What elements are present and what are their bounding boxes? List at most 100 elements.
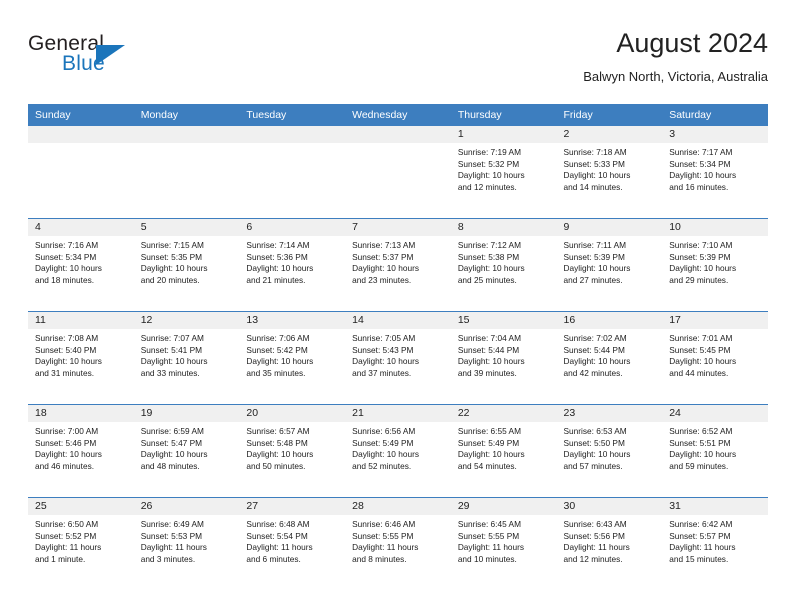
day-number: 29 [450, 498, 557, 515]
calendar-cell[interactable] [345, 126, 451, 219]
sunset-time: Sunset: 5:38 PM [457, 251, 520, 262]
calendar-body: 1 Sunrise: 7:19 AM Sunset: 5:32 PM Daylight… [28, 126, 768, 590]
day-details: Sunrise: 6:48 AM Sunset: 5:54 PM Daylight:… [239, 515, 345, 565]
day-cell: 16 Sunrise: 7:02 AM Sunset: 5:44 PM Dayligh… [556, 312, 663, 404]
calendar-cell[interactable]: 7 Sunrise: 7:13 AM Sunset: 5:37 PM Daylight… [345, 218, 451, 312]
daylight-duration-line2: and 33 minutes. [140, 367, 200, 378]
calendar-cell[interactable]: 22 Sunrise: 6:55 AM Sunset: 5:49 PM Dayligh… [450, 404, 557, 498]
weekday-header-saturday: Saturday [662, 104, 768, 126]
sunset-time: Sunset: 5:44 PM [563, 344, 625, 355]
day-cell [239, 126, 346, 218]
day-cell: 14 Sunrise: 7:05 AM Sunset: 5:43 PM Dayligh… [345, 312, 451, 404]
day-cell: 29 Sunrise: 6:45 AM Sunset: 5:55 PM Dayligh… [450, 498, 557, 590]
calendar-cell[interactable]: 4 Sunrise: 7:16 AM Sunset: 5:34 PM Daylight… [28, 218, 134, 312]
day-number: 17 [662, 312, 768, 329]
day-cell: 22 Sunrise: 6:55 AM Sunset: 5:49 PM Dayligh… [450, 405, 557, 497]
weekday-header-thursday: Thursday [450, 104, 557, 126]
day-number: 23 [556, 405, 663, 422]
day-cell: 24 Sunrise: 6:52 AM Sunset: 5:51 PM Dayligh… [662, 405, 768, 497]
calendar-cell[interactable]: 2 Sunrise: 7:18 AM Sunset: 5:33 PM Daylight… [556, 126, 663, 219]
calendar-cell[interactable] [239, 126, 346, 219]
day-cell: 19 Sunrise: 6:59 AM Sunset: 5:47 PM Dayligh… [133, 405, 240, 497]
calendar-cell[interactable]: 5 Sunrise: 7:15 AM Sunset: 5:35 PM Daylight… [133, 218, 240, 312]
general-blue-logo[interactable]: General Blue [28, 32, 228, 88]
calendar-cell[interactable] [133, 126, 240, 219]
daylight-duration-line2: and 21 minutes. [246, 274, 306, 285]
calendar-cell[interactable]: 9 Sunrise: 7:11 AM Sunset: 5:39 PM Daylight… [556, 218, 663, 312]
calendar-cell[interactable]: 30 Sunrise: 6:43 AM Sunset: 5:56 PM Dayligh… [556, 497, 663, 590]
calendar-week-row: 1 Sunrise: 7:19 AM Sunset: 5:32 PM Daylight… [28, 126, 768, 219]
day-details: Sunrise: 6:57 AM Sunset: 5:48 PM Daylight:… [239, 422, 345, 472]
calendar-cell[interactable] [28, 126, 134, 219]
calendar-week-row: 18 Sunrise: 7:00 AM Sunset: 5:46 PM Dayligh… [28, 404, 768, 498]
calendar-cell[interactable]: 3 Sunrise: 7:17 AM Sunset: 5:34 PM Daylight… [662, 126, 768, 219]
day-cell: 25 Sunrise: 6:50 AM Sunset: 5:52 PM Dayligh… [28, 498, 134, 590]
calendar-cell[interactable]: 13 Sunrise: 7:06 AM Sunset: 5:42 PM Dayligh… [239, 311, 346, 405]
daylight-duration-line1: Daylight: 10 hours [563, 263, 631, 274]
day-details: Sunrise: 7:12 AM Sunset: 5:38 PM Daylight:… [451, 236, 557, 286]
day-number [28, 126, 134, 143]
calendar-cell[interactable]: 1 Sunrise: 7:19 AM Sunset: 5:32 PM Daylight… [450, 126, 557, 219]
sunrise-time: Sunrise: 6:55 AM [457, 426, 521, 436]
sunset-time: Sunset: 5:42 PM [246, 344, 308, 355]
day-number: 18 [28, 405, 134, 422]
day-number: 2 [556, 126, 663, 143]
calendar-cell[interactable]: 31 Sunrise: 6:42 AM Sunset: 5:57 PM Dayligh… [662, 497, 768, 590]
calendar-cell[interactable]: 14 Sunrise: 7:05 AM Sunset: 5:43 PM Dayligh… [345, 311, 451, 405]
calendar-cell[interactable]: 19 Sunrise: 6:59 AM Sunset: 5:47 PM Dayligh… [133, 404, 240, 498]
calendar-cell[interactable]: 12 Sunrise: 7:07 AM Sunset: 5:41 PM Dayligh… [133, 311, 240, 405]
day-number: 1 [450, 126, 557, 143]
calendar-cell[interactable]: 11 Sunrise: 7:08 AM Sunset: 5:40 PM Dayligh… [28, 311, 134, 405]
calendar-cell[interactable]: 6 Sunrise: 7:14 AM Sunset: 5:36 PM Daylight… [239, 218, 346, 312]
daylight-duration-line1: Daylight: 11 hours [352, 542, 419, 553]
daylight-duration-line2: and 23 minutes. [352, 274, 412, 285]
daylight-duration-line1: Daylight: 10 hours [669, 263, 737, 274]
daylight-duration-line1: Daylight: 10 hours [352, 263, 419, 274]
daylight-duration-line1: Daylight: 10 hours [457, 263, 525, 274]
day-details: Sunrise: 6:45 AM Sunset: 5:55 PM Daylight:… [451, 515, 557, 565]
sunrise-time: Sunrise: 6:50 AM [35, 519, 99, 529]
daylight-duration-line2: and 31 minutes. [35, 367, 95, 378]
sunrise-time: Sunrise: 7:05 AM [352, 333, 416, 343]
calendar-cell[interactable]: 15 Sunrise: 7:04 AM Sunset: 5:44 PM Dayligh… [450, 311, 557, 405]
sunrise-time: Sunrise: 6:42 AM [669, 519, 733, 529]
sunset-time: Sunset: 5:57 PM [669, 530, 731, 541]
daylight-duration-line2: and 37 minutes. [352, 367, 412, 378]
sunrise-time: Sunrise: 7:16 AM [35, 240, 99, 250]
day-details: Sunrise: 6:53 AM Sunset: 5:50 PM Daylight:… [557, 422, 663, 472]
calendar-cell[interactable]: 24 Sunrise: 6:52 AM Sunset: 5:51 PM Dayligh… [662, 404, 768, 498]
sunset-time: Sunset: 5:56 PM [563, 530, 625, 541]
sunset-time: Sunset: 5:52 PM [35, 530, 97, 541]
daylight-duration-line1: Daylight: 10 hours [669, 170, 737, 181]
daylight-duration-line2: and 48 minutes. [140, 460, 200, 471]
calendar-cell[interactable]: 28 Sunrise: 6:46 AM Sunset: 5:55 PM Dayligh… [345, 497, 451, 590]
calendar-cell[interactable]: 27 Sunrise: 6:48 AM Sunset: 5:54 PM Dayligh… [239, 497, 346, 590]
day-details: Sunrise: 7:19 AM Sunset: 5:32 PM Daylight:… [451, 143, 557, 193]
calendar-cell[interactable]: 29 Sunrise: 6:45 AM Sunset: 5:55 PM Dayligh… [450, 497, 557, 590]
calendar-cell[interactable]: 25 Sunrise: 6:50 AM Sunset: 5:52 PM Dayligh… [28, 497, 134, 590]
calendar-cell[interactable]: 17 Sunrise: 7:01 AM Sunset: 5:45 PM Dayligh… [662, 311, 768, 405]
daylight-duration-line1: Daylight: 10 hours [457, 449, 525, 460]
calendar-cell[interactable]: 26 Sunrise: 6:49 AM Sunset: 5:53 PM Dayligh… [133, 497, 240, 590]
calendar-cell[interactable]: 16 Sunrise: 7:02 AM Sunset: 5:44 PM Dayligh… [556, 311, 663, 405]
weekday-header-monday: Monday [133, 104, 240, 126]
calendar-cell[interactable]: 10 Sunrise: 7:10 AM Sunset: 5:39 PM Dayligh… [662, 218, 768, 312]
daylight-duration-line1: Daylight: 10 hours [457, 356, 525, 367]
daylight-duration-line1: Daylight: 10 hours [35, 449, 102, 460]
calendar-cell[interactable]: 8 Sunrise: 7:12 AM Sunset: 5:38 PM Daylight… [450, 218, 557, 312]
sunrise-time: Sunrise: 7:15 AM [140, 240, 204, 250]
sunset-time: Sunset: 5:37 PM [352, 251, 414, 262]
sunset-time: Sunset: 5:32 PM [457, 158, 520, 169]
calendar-cell[interactable]: 23 Sunrise: 6:53 AM Sunset: 5:50 PM Dayligh… [556, 404, 663, 498]
day-cell: 15 Sunrise: 7:04 AM Sunset: 5:44 PM Dayligh… [450, 312, 557, 404]
calendar-cell[interactable]: 18 Sunrise: 7:00 AM Sunset: 5:46 PM Dayligh… [28, 404, 134, 498]
calendar-cell[interactable]: 21 Sunrise: 6:56 AM Sunset: 5:49 PM Dayligh… [345, 404, 451, 498]
day-cell: 6 Sunrise: 7:14 AM Sunset: 5:36 PM Daylight… [239, 219, 346, 311]
daylight-duration-line1: Daylight: 10 hours [246, 356, 314, 367]
sunrise-time: Sunrise: 6:56 AM [352, 426, 416, 436]
calendar-cell[interactable]: 20 Sunrise: 6:57 AM Sunset: 5:48 PM Dayligh… [239, 404, 346, 498]
logo-text-blue: Blue [62, 52, 105, 75]
sunrise-time: Sunrise: 6:53 AM [563, 426, 627, 436]
day-number: 27 [239, 498, 346, 515]
day-number: 20 [239, 405, 346, 422]
